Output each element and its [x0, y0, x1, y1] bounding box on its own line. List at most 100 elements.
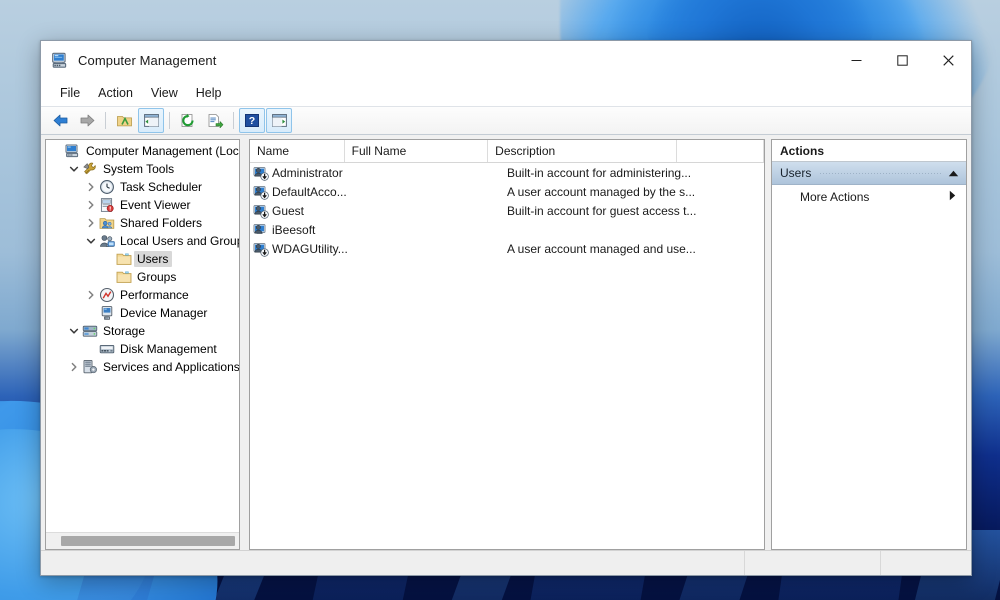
user-name-label: WDAGUtility... [272, 241, 348, 256]
user-disabled-icon [253, 203, 269, 219]
pane-splitter[interactable] [243, 139, 246, 550]
title-bar: Computer Management [41, 41, 971, 80]
table-row[interactable]: DefaultAcco... A user account managed by … [250, 182, 764, 201]
status-panel-2 [745, 551, 881, 575]
tree-node-disk-management[interactable]: Disk Management [46, 340, 239, 358]
user-disabled-icon [253, 165, 269, 181]
window-title: Computer Management [78, 52, 217, 68]
up-one-level-button[interactable] [111, 108, 137, 133]
forward-button[interactable] [74, 108, 100, 133]
cell-description: Built-in account for guest access t... [507, 203, 697, 218]
computer-management-icon [51, 51, 69, 69]
help-button[interactable]: ? [239, 108, 265, 133]
users-groups-icon [99, 233, 115, 249]
chevron-down-icon[interactable] [66, 164, 82, 174]
event-viewer-icon [99, 197, 115, 213]
chevron-right-icon [949, 190, 956, 204]
user-name-label: Administrator [272, 165, 343, 180]
tree-node-computer-management-local[interactable]: Computer Management (Local [46, 142, 239, 160]
tree-node-label: Services and Applications [103, 360, 239, 374]
tree-scrollbar-thumb[interactable] [61, 536, 235, 546]
tree-node-storage[interactable]: Storage [46, 322, 239, 340]
maximize-button[interactable] [879, 41, 925, 79]
show-hide-console-tree-button[interactable] [138, 108, 164, 133]
device-manager-icon [99, 305, 115, 321]
chevron-right-icon[interactable] [83, 182, 99, 192]
menu-bar: File Action View Help [41, 80, 971, 107]
toolbar-separator [233, 112, 234, 129]
column-header-full-name[interactable]: Full Name [345, 140, 489, 162]
cell-name: Administrator [250, 165, 350, 181]
user-disabled-icon [253, 184, 269, 200]
column-header-description[interactable]: Description [488, 140, 677, 162]
tree-node-performance[interactable]: Performance [46, 286, 239, 304]
tree-node-groups[interactable]: Groups [46, 268, 239, 286]
chevron-right-icon[interactable] [83, 290, 99, 300]
tree-node-local-users-and-groups[interactable]: Local Users and Groups [46, 232, 239, 250]
tree-node-label: Computer Management (Local [86, 144, 239, 158]
cell-name: DefaultAcco... [250, 184, 350, 200]
chevron-down-icon[interactable] [83, 236, 99, 246]
show-hide-action-pane-button[interactable] [266, 108, 292, 133]
export-list-button[interactable] [202, 108, 228, 133]
table-row[interactable]: Guest Built-in account for guest access t… [250, 201, 764, 220]
cell-name: iBeesoft [250, 222, 350, 238]
cell-name: WDAGUtility... [250, 241, 350, 257]
chevron-right-icon[interactable] [66, 362, 82, 372]
shared-folders-icon [99, 215, 115, 231]
tree-node-shared-folders[interactable]: Shared Folders [46, 214, 239, 232]
minimize-button[interactable] [833, 41, 879, 79]
window-controls [833, 41, 971, 79]
user-disabled-icon [253, 241, 269, 257]
computer-management-window: Computer Management File Action View Hel… [40, 40, 972, 576]
tree-node-label: Performance [120, 288, 189, 302]
actions-group-dotted-line [820, 173, 942, 174]
menu-file[interactable]: File [51, 83, 89, 103]
chevron-right-icon[interactable] [83, 200, 99, 210]
cell-description: Built-in account for administering... [507, 165, 692, 180]
system-tools-icon [82, 161, 98, 177]
column-header-blank[interactable] [677, 140, 764, 162]
console-tree: Computer Management (Local System Tools Ta… [46, 140, 239, 532]
toolbar-separator [105, 112, 106, 129]
folder-icon [116, 269, 132, 285]
refresh-button[interactable] [175, 108, 201, 133]
user-name-label: DefaultAcco... [272, 184, 347, 199]
back-button[interactable] [47, 108, 73, 133]
svg-text:?: ? [249, 115, 255, 127]
chevron-down-icon[interactable] [66, 326, 82, 336]
users-list-pane: Name Full Name Description Administrator Bu… [249, 139, 765, 550]
actions-group-users[interactable]: Users [772, 162, 966, 185]
chevron-up-icon[interactable] [948, 166, 959, 180]
console-tree-pane: Computer Management (Local System Tools Ta… [45, 139, 240, 550]
window-body: Computer Management (Local System Tools Ta… [41, 135, 971, 550]
action-more-actions[interactable]: More Actions [772, 185, 966, 209]
cell-description: A user account managed by the s... [507, 184, 696, 199]
chevron-right-icon[interactable] [83, 218, 99, 228]
menu-help[interactable]: Help [187, 83, 231, 103]
tree-node-task-scheduler[interactable]: Task Scheduler [46, 178, 239, 196]
tree-horizontal-scrollbar[interactable] [46, 532, 239, 549]
tree-node-services-and-applications[interactable]: Services and Applications [46, 358, 239, 376]
tree-node-label: Storage [103, 324, 146, 338]
tree-node-event-viewer[interactable]: Event Viewer [46, 196, 239, 214]
tree-node-label: Shared Folders [120, 216, 203, 230]
menu-action[interactable]: Action [89, 83, 142, 103]
tree-node-label: System Tools [103, 162, 175, 176]
tree-node-device-manager[interactable]: Device Manager [46, 304, 239, 322]
table-row[interactable]: Administrator Built-in account for admini… [250, 163, 764, 182]
cell-description: A user account managed and use... [507, 241, 696, 256]
users-list: Administrator Built-in account for admini… [250, 163, 764, 549]
tree-node-users[interactable]: Users [46, 250, 239, 268]
table-row[interactable]: iBeesoft [250, 220, 764, 239]
tree-node-system-tools[interactable]: System Tools [46, 160, 239, 178]
user-name-label: iBeesoft [272, 222, 316, 237]
column-header-name[interactable]: Name [250, 140, 345, 162]
table-row[interactable]: WDAGUtility... A user account managed and… [250, 239, 764, 258]
services-icon [82, 359, 98, 375]
close-button[interactable] [925, 41, 971, 79]
status-text [41, 551, 745, 575]
actions-group-label: Users [780, 166, 812, 180]
tree-node-label: Users [134, 251, 173, 267]
menu-view[interactable]: View [142, 83, 187, 103]
